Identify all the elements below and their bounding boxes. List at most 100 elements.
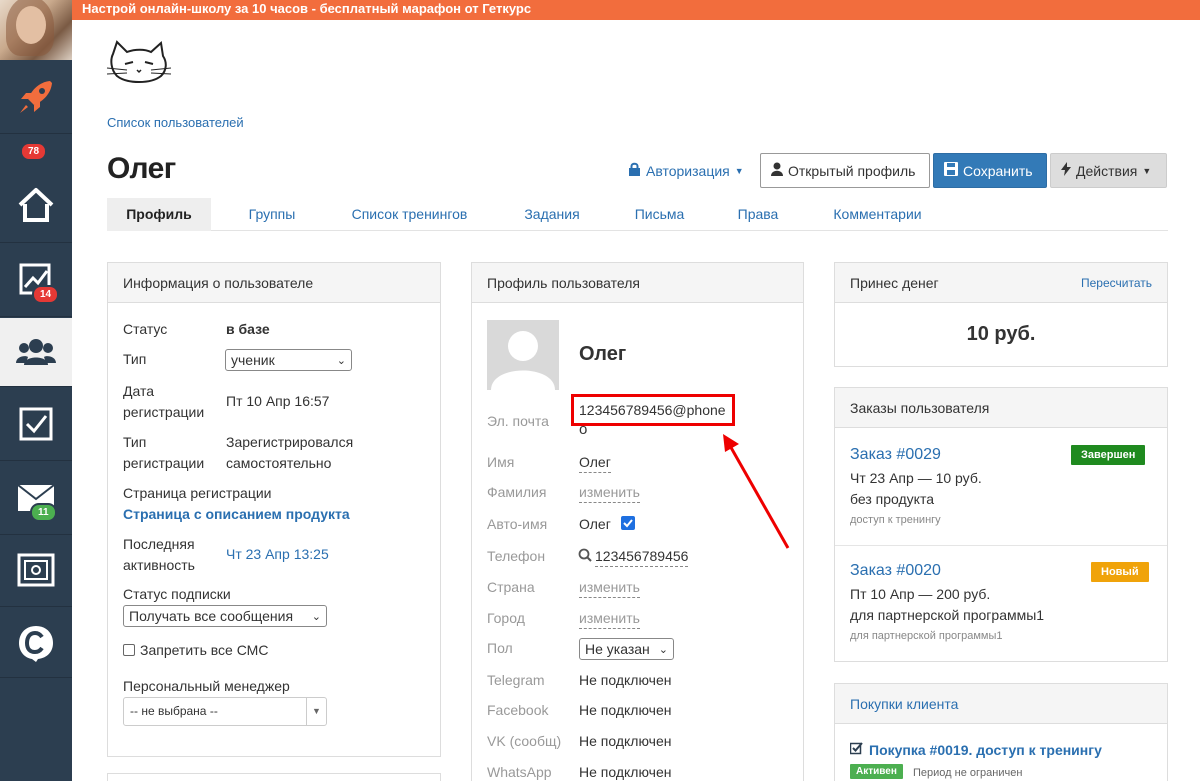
search-icon[interactable] <box>578 548 592 565</box>
floppy-disk-icon <box>944 162 958 179</box>
chevron-down-icon: ⌄ <box>658 644 668 656</box>
first-name-value[interactable]: Олег <box>579 452 611 473</box>
city-label: Город <box>487 610 525 626</box>
gender-select[interactable]: Не указан ⌄ <box>579 638 674 660</box>
subscription-label: Статус подписки <box>123 586 231 602</box>
chevron-down-icon: ⌄ <box>336 355 346 367</box>
tab-groups[interactable]: Группы <box>222 198 322 231</box>
subscription-select[interactable]: Получать все сообщения ⌄ <box>123 605 327 627</box>
sidebar: 78 14 11 <box>0 0 72 781</box>
chevron-down-icon: ⌄ <box>311 611 321 623</box>
sidebar-item-tasks[interactable] <box>0 388 72 461</box>
autoname-checkbox[interactable] <box>621 516 635 530</box>
manager-select-value: -- не выбрана -- <box>130 704 218 718</box>
sms-ban-checkbox[interactable] <box>123 644 135 656</box>
last-name-edit[interactable]: изменить <box>579 482 640 503</box>
save-label: Сохранить <box>963 162 1033 179</box>
breadcrumb-users-list[interactable]: Список пользователей <box>107 115 244 130</box>
regdate-label: Дата <box>123 383 155 399</box>
authorization-dropdown[interactable]: Авторизация ▼ <box>628 162 744 179</box>
country-edit[interactable]: изменить <box>579 577 640 598</box>
sms-ban-checkbox-row[interactable]: Запретить все СМС <box>123 640 268 660</box>
annotation-arrow-icon <box>723 434 790 549</box>
save-button[interactable]: Сохранить <box>933 153 1047 188</box>
vk-label: VK (сообщ) <box>487 733 562 749</box>
order-note: для партнерской программы1 <box>850 630 1003 642</box>
safe-icon <box>17 553 55 589</box>
recalculate-link[interactable]: Пересчитать <box>1081 263 1152 303</box>
regtype-label-2: регистрации <box>123 455 205 471</box>
user-icon <box>771 162 783 179</box>
order-link-0020[interactable]: Заказ #0020 <box>850 562 941 580</box>
panel-heading: Профиль пользователя <box>472 263 803 303</box>
profile-photo-placeholder[interactable] <box>487 320 559 390</box>
sidebar-item-safe[interactable] <box>0 536 72 607</box>
actions-label: Действия <box>1076 162 1138 179</box>
regtype-value-2: самостоятельно <box>226 455 332 471</box>
telegram-label: Telegram <box>487 672 545 688</box>
lastact-value[interactable]: Чт 23 Апр 13:25 <box>226 544 329 564</box>
facebook-value: Не подключен <box>579 702 672 718</box>
city-edit[interactable]: изменить <box>579 608 640 629</box>
gender-select-value: Не указан <box>585 641 650 657</box>
lastact-label: Последняя <box>123 536 195 552</box>
rocket-icon <box>16 77 56 117</box>
sidebar-item-getcourse[interactable] <box>0 608 72 678</box>
sidebar-item-rocket[interactable] <box>0 60 72 134</box>
page-title: Олег <box>107 152 176 185</box>
order-link-0029[interactable]: Заказ #0029 <box>850 446 941 464</box>
tab-profile[interactable]: Профиль <box>107 198 211 231</box>
order-product: для партнерской программы1 <box>850 607 1045 623</box>
purchase-link[interactable]: Покупка #0019. доступ к тренингу <box>869 740 1102 760</box>
school-logo-cat[interactable] <box>105 40 173 95</box>
open-profile-label: Открытый профиль <box>788 162 916 179</box>
panel-heading: Принес денег Пересчитать <box>835 263 1167 303</box>
purchase-period: Период не ограничен <box>913 767 1023 779</box>
authorization-label: Авторизация <box>646 162 730 179</box>
telegram-value: Не подключен <box>579 672 672 688</box>
facebook-label: Facebook <box>487 702 549 718</box>
profile-name: Олег <box>579 343 627 365</box>
profile-tabs: Профиль Группы Список тренингов Задания … <box>107 198 1168 231</box>
tab-tasks[interactable]: Задания <box>502 198 602 231</box>
type-select-value: ученик <box>231 352 275 368</box>
vk-value: Не подключен <box>579 733 672 749</box>
first-name-label: Имя <box>487 454 515 470</box>
checked-square-icon <box>849 742 863 758</box>
open-profile-button[interactable]: Открытый профиль <box>760 153 930 188</box>
panel-heading: Покупки клиента <box>835 684 1167 724</box>
caret-down-icon: ▼ <box>306 698 326 725</box>
revenue-panel: Принес денег Пересчитать <box>834 262 1168 367</box>
order-note: доступ к тренингу <box>850 514 941 526</box>
whatsapp-label: WhatsApp <box>487 764 552 780</box>
bolt-icon <box>1061 162 1071 179</box>
autoname-value: Олег <box>579 516 611 532</box>
sidebar-item-users[interactable] <box>0 318 72 387</box>
actions-dropdown-button[interactable]: Действия ▼ <box>1050 153 1167 188</box>
tab-trainings[interactable]: Список тренингов <box>337 198 482 231</box>
stats-badge: 14 <box>32 285 60 304</box>
sidebar-item-stats[interactable] <box>0 244 72 317</box>
notifications-badge: 78 <box>20 142 48 161</box>
tab-letters[interactable]: Письма <box>612 198 707 231</box>
sidebar-item-mail[interactable] <box>0 462 72 535</box>
getcourse-logo-icon <box>16 623 56 663</box>
phone-value[interactable]: 123456789456 <box>595 546 689 567</box>
tab-rights[interactable]: Права <box>719 198 797 231</box>
order-status-badge-new: Новый <box>1091 562 1149 582</box>
lastact-label-2: активность <box>123 557 195 573</box>
manager-select[interactable]: -- не выбрана -- ▼ <box>123 697 327 726</box>
regpage-link[interactable]: Страница с описанием продукта <box>123 504 350 524</box>
regtype-value: Зарегистрировался <box>226 434 354 450</box>
sidebar-item-home[interactable] <box>0 167 72 243</box>
status-label: Статус <box>123 321 168 337</box>
regdate-value: Пт 10 Апр 16:57 <box>226 393 330 409</box>
revenue-amount: 10 руб. <box>966 323 1036 345</box>
promo-banner[interactable]: Настрой онлайн-школу за 10 часов - беспл… <box>72 0 1200 20</box>
type-select[interactable]: ученик ⌄ <box>225 349 352 371</box>
phone-label: Телефон <box>487 548 546 564</box>
tab-comments[interactable]: Комментарии <box>820 198 935 231</box>
user-avatar[interactable] <box>0 0 72 60</box>
sms-ban-label: Запретить все СМС <box>140 642 269 658</box>
order-product: без продукта <box>850 491 934 507</box>
